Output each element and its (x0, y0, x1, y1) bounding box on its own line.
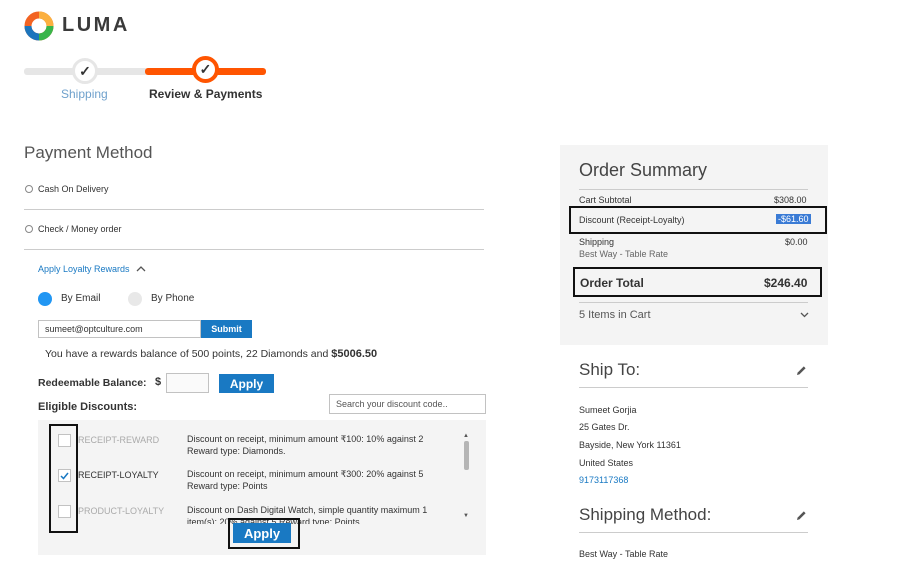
step-review-check-icon: ✓ (192, 56, 219, 83)
scroll-down-icon[interactable]: ▼ (463, 513, 469, 519)
discount-description-line: Discount on Dash Digital Watch, simple q… (187, 505, 428, 515)
divider (24, 249, 484, 250)
redeemable-balance-label: Redeemable Balance: (38, 377, 147, 389)
currency-symbol: $ (155, 376, 162, 388)
discount-code: RECEIPT-LOYALTY (78, 470, 159, 480)
shipping-label: Shipping (579, 237, 615, 247)
chevron-up-icon (136, 266, 146, 272)
shipping-value: $0.00 (785, 237, 808, 247)
eligible-discounts-label: Eligible Discounts: (38, 401, 138, 413)
order-summary-title: Order Summary (579, 160, 708, 180)
shipping-method-value: Best Way - Table Rate (579, 549, 669, 559)
discount-search-input[interactable]: Search your discount code.. (329, 394, 486, 414)
payment-method-title: Payment Method (24, 143, 153, 162)
discount-description-line: Reward type: Points (187, 481, 268, 491)
by-email-label[interactable]: By Email (61, 293, 100, 304)
edit-pencil-icon[interactable] (796, 510, 807, 521)
cash-on-delivery-label[interactable]: Cash On Delivery (38, 184, 109, 194)
luma-logo-icon[interactable] (24, 11, 54, 41)
email-input[interactable]: sumeet@optculture.com (38, 320, 201, 338)
check-money-order-label[interactable]: Check / Money order (38, 224, 122, 234)
step-review-label: Review & Payments (149, 87, 263, 101)
ship-to-name: Sumeet Gorjia (579, 405, 637, 415)
submit-button[interactable]: Submit (201, 320, 252, 338)
cart-subtotal-value: $308.00 (774, 195, 807, 205)
annotation-box (569, 206, 827, 234)
discount-description: Discount on receipt, minimum amount ₹300… (187, 468, 423, 492)
discount-description: Discount on Dash Digital Watch, simple q… (187, 504, 427, 524)
edit-pencil-icon[interactable] (796, 365, 807, 376)
ship-to-city: Bayside, New York 11361 (579, 440, 681, 450)
discount-description: Discount on receipt, minimum amount ₹100… (187, 433, 423, 457)
ship-to-title: Ship To: (579, 360, 641, 379)
apply-loyalty-rewards-toggle[interactable]: Apply Loyalty Rewards (38, 264, 146, 274)
divider (579, 387, 808, 388)
step-shipping-check-icon: ✓ (72, 58, 98, 84)
discount-description-line: Reward type: Diamonds. (187, 446, 286, 456)
discount-code: PRODUCT-LOYALTY (78, 506, 165, 516)
by-phone-radio[interactable] (128, 292, 142, 306)
redeemable-balance-input[interactable] (166, 373, 209, 393)
check-money-order-radio[interactable] (25, 225, 33, 233)
divider (579, 532, 808, 533)
chevron-down-icon[interactable] (800, 312, 809, 318)
ship-to-phone-link[interactable]: 9173117368 (579, 475, 628, 485)
annotation-box (573, 267, 822, 297)
annotation-box (228, 518, 300, 549)
apply-balance-button[interactable]: Apply (219, 374, 274, 393)
discount-code: RECEIPT-REWARD (78, 435, 160, 445)
items-in-cart-toggle[interactable]: 5 Items in Cart (579, 309, 651, 321)
apply-loyalty-rewards-label: Apply Loyalty Rewards (38, 264, 130, 274)
discount-description-line: Discount on receipt, minimum amount ₹100… (187, 434, 424, 444)
divider (579, 302, 808, 303)
cart-subtotal-label: Cart Subtotal (579, 195, 632, 205)
rewards-balance-text: You have a rewards balance of 500 points… (45, 348, 377, 360)
shipping-method-sub: Best Way - Table Rate (579, 249, 669, 259)
divider (579, 189, 808, 190)
by-phone-label[interactable]: By Phone (151, 293, 194, 304)
ship-to-street: 25 Gates Dr. (579, 422, 630, 432)
brand-name: LUMA (62, 14, 130, 36)
ship-to-country: United States (579, 458, 634, 468)
annotation-box (49, 424, 78, 533)
scrollbar-thumb[interactable] (464, 441, 469, 470)
rewards-balance-amount: $5006.50 (331, 348, 378, 360)
divider (24, 209, 484, 210)
discount-description-line: item(s): 20% against 5 Reward type: Poin… (187, 517, 360, 524)
scroll-up-icon[interactable]: ▲ (463, 433, 469, 439)
by-email-radio[interactable] (38, 292, 52, 306)
shipping-method-title: Shipping Method: (579, 505, 712, 524)
discount-description-line: Discount on receipt, minimum amount ₹300… (187, 469, 424, 479)
rewards-balance-prefix: You have a rewards balance of 500 points… (45, 348, 329, 360)
cash-on-delivery-radio[interactable] (25, 185, 33, 193)
step-shipping-link[interactable]: Shipping (61, 87, 108, 101)
